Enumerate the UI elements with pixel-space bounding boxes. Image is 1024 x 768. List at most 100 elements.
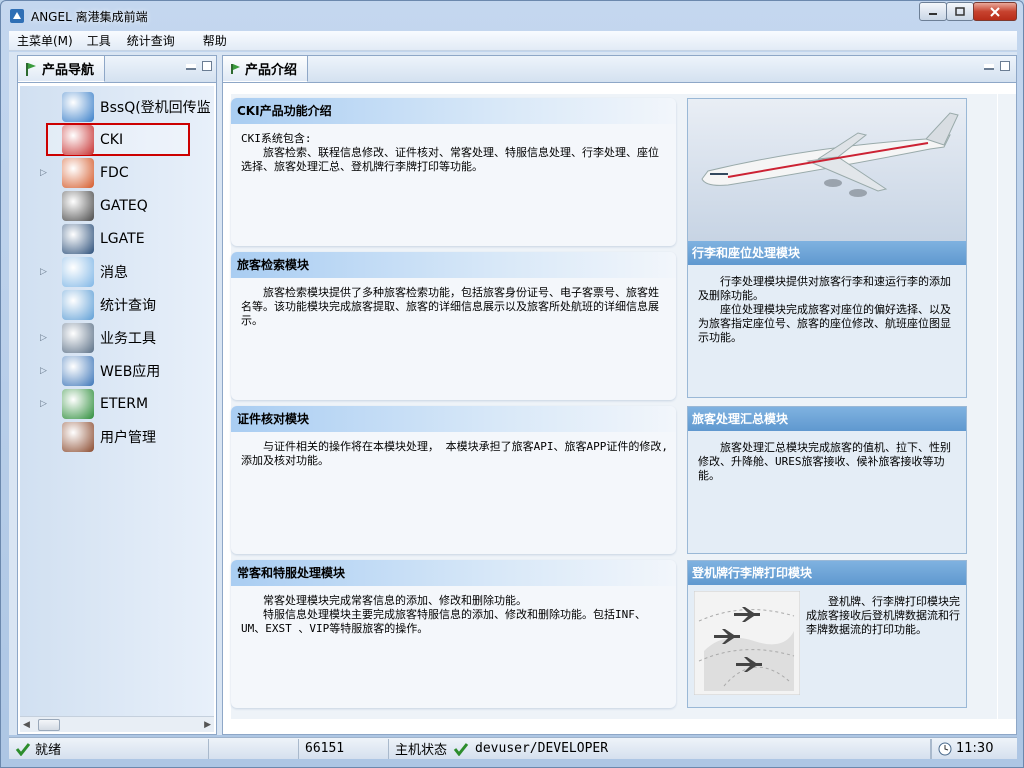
nav-item-label: ETERM	[100, 395, 149, 412]
main-vertical-scrollbar[interactable]	[998, 94, 1016, 719]
nav-tree: BssQ(登机回传监 CKI ▷ FDC GATEQ LGATE ▷ 消息 统计查询 ▷ 业务工具 ▷…	[20, 86, 214, 718]
expand-arrow-icon[interactable]: ▷	[40, 168, 47, 178]
nav-item-label: 业务工具	[100, 330, 156, 347]
nav-item-label: FDC	[100, 164, 129, 181]
main-panel-title: 产品介绍	[245, 63, 298, 78]
chart-users-icon	[62, 157, 94, 188]
server-monitor-icon	[62, 91, 94, 122]
nav-item[interactable]: ▷ 业务工具	[20, 321, 214, 354]
app-window: ANGEL 离港集成前端 主菜单(M) 工具 统计查询 帮助 产品导航 BssQ…	[0, 0, 1024, 768]
nav-item-label: 消息	[100, 264, 128, 281]
nav-item[interactable]: LGATE	[20, 222, 214, 255]
main-maximize-button[interactable]	[1000, 61, 1010, 71]
nav-item-label: BssQ(登机回传监	[100, 99, 211, 116]
status-empty	[209, 738, 299, 759]
app-icon	[10, 9, 24, 23]
side-card-text: 登机牌、行李牌打印模块完成旅客接收后登机牌数据流和行李牌数据流的打印功能。	[806, 595, 960, 636]
card-title: 旅客检索模块	[231, 252, 676, 278]
scroll-thumb[interactable]	[38, 718, 60, 731]
menu-help[interactable]: 帮助	[183, 32, 235, 49]
tools-icon	[62, 322, 94, 353]
nav-item-label: 用户管理	[100, 429, 156, 446]
card-text: 常客处理模块完成常客信息的添加、修改和删除功能。	[263, 594, 527, 607]
menu-stats[interactable]: 统计查询	[119, 32, 183, 49]
host-ok-check-icon	[453, 742, 469, 756]
nav-item-label: GATEQ	[100, 197, 148, 214]
card-text: 旅客检索、联程信息修改、证件核对、常客处理、特服信息处理、行李处理、座位选择、旅…	[241, 146, 659, 173]
user-icon	[62, 421, 94, 452]
passport-icon	[62, 124, 94, 155]
module-card: 常客和特服处理模块 常客处理模块完成常客信息的添加、修改和删除功能。 特服信息处…	[231, 560, 676, 708]
main-panel: 产品介绍 CKI产品功能介绍 CKI系统包含: 旅客检索、联程信息修改、证件核对…	[222, 55, 1017, 735]
close-icon	[990, 6, 1000, 17]
magnifier-icon	[62, 289, 94, 320]
nav-item[interactable]: GATEQ	[20, 189, 214, 222]
side-module-card: 行李和座位处理模块 行李处理模块提供对旅客行李和速运行李的添加及删除功能。 座位…	[687, 98, 967, 398]
globe-icon	[62, 388, 94, 419]
side-card-text: 旅客处理汇总模块完成旅客的值机、拉下、性别修改、升降舱、URES旅客接收、候补旅…	[698, 441, 951, 482]
module-card: CKI产品功能介绍 CKI系统包含: 旅客检索、联程信息修改、证件核对、常客处理…	[231, 98, 676, 246]
tab-arrow-icon	[231, 63, 240, 74]
status-ready: 就绪	[9, 738, 209, 759]
nav-item-label: WEB应用	[100, 363, 161, 380]
close-button[interactable]	[973, 2, 1017, 21]
expand-arrow-icon[interactable]: ▷	[40, 333, 47, 343]
side-card-title: 行李和座位处理模块	[688, 241, 966, 265]
nav-item[interactable]: ▷ FDC	[20, 156, 214, 189]
nav-minimize-button[interactable]	[186, 64, 196, 70]
scroll-left-arrow-icon[interactable]: ◀	[23, 720, 30, 730]
host-status-label: 主机状态	[395, 743, 448, 758]
minimize-button[interactable]	[919, 2, 947, 21]
nav-panel-title: 产品导航	[42, 63, 95, 78]
product-intro-content: CKI产品功能介绍 CKI系统包含: 旅客检索、联程信息修改、证件核对、常客处理…	[231, 94, 997, 719]
clock-icon	[938, 742, 952, 755]
flight-map-illustration	[694, 591, 800, 695]
window-title: ANGEL 离港集成前端	[31, 9, 148, 24]
nav-item[interactable]: BssQ(登机回传监	[20, 90, 214, 123]
monitor-icon	[62, 355, 94, 386]
nav-maximize-button[interactable]	[202, 61, 212, 71]
expand-arrow-icon[interactable]: ▷	[40, 267, 47, 277]
module-card: 证件核对模块 与证件相关的操作将在本模块处理， 本模块承担了旅客API、旅客AP…	[231, 406, 676, 554]
nav-horizontal-scrollbar[interactable]: ◀ ▶	[20, 716, 214, 732]
nav-item[interactable]: CKI	[46, 123, 190, 156]
menu-bar: 主菜单(M) 工具 统计查询 帮助	[9, 31, 1017, 51]
main-panel-header	[223, 56, 1016, 83]
status-spacer	[729, 738, 931, 759]
check-icon	[15, 742, 31, 756]
maximize-button[interactable]	[946, 2, 974, 21]
side-card-text: 行李处理模块提供对旅客行李和速运行李的添加及删除功能。	[698, 275, 951, 302]
nav-item[interactable]: 用户管理	[20, 420, 214, 453]
title-bar[interactable]: ANGEL 离港集成前端	[1, 1, 1023, 31]
nav-item[interactable]: 统计查询	[20, 288, 214, 321]
menu-tools[interactable]: 工具	[81, 32, 119, 49]
expand-arrow-icon[interactable]: ▷	[40, 399, 47, 409]
card-text: CKI系统包含:	[241, 132, 312, 145]
clock-time: 11:30	[956, 741, 994, 756]
airplane-icon	[62, 223, 94, 254]
nav-item[interactable]: ▷ 消息	[20, 255, 214, 288]
main-minimize-button[interactable]	[984, 64, 994, 70]
current-user: devuser/DEVELOPER	[475, 741, 609, 756]
card-title: 证件核对模块	[231, 406, 676, 432]
card-title: CKI产品功能介绍	[231, 98, 676, 124]
client-area: 产品导航 BssQ(登机回传监 CKI ▷ FDC GATEQ LGATE ▷ 消息 统计查询 ▷…	[9, 52, 1017, 735]
side-card-title: 登机牌行李牌打印模块	[688, 561, 966, 585]
status-clock: 11:30	[931, 738, 1017, 759]
nav-item[interactable]: ▷ WEB应用	[20, 354, 214, 387]
main-panel-tab[interactable]: 产品介绍	[223, 56, 309, 82]
side-card-text: 座位处理模块完成旅客对座位的偏好选择、以及为旅客指定座位号、旅客的座位修改、航班…	[698, 303, 951, 344]
scroll-right-arrow-icon[interactable]: ▶	[204, 720, 211, 730]
side-card-title: 旅客处理汇总模块	[688, 407, 966, 431]
menu-main[interactable]: 主菜单(M)	[9, 32, 81, 49]
expand-arrow-icon[interactable]: ▷	[40, 366, 47, 376]
card-text: 与证件相关的操作将在本模块处理， 本模块承担了旅客API、旅客APP证件的修改,…	[241, 440, 668, 467]
maximize-icon	[955, 7, 965, 16]
nav-flag-icon	[26, 62, 36, 76]
status-host: 主机状态 devuser/DEVELOPER	[389, 739, 729, 759]
nav-panel: 产品导航 BssQ(登机回传监 CKI ▷ FDC GATEQ LGATE ▷ 消息 统计查询 ▷…	[17, 55, 217, 735]
nav-item[interactable]: ▷ ETERM	[20, 387, 214, 420]
side-module-card: 登机牌行李牌打印模块 登机牌、行李牌打印模块完成旅客接收后登机牌数据流和行李牌数…	[687, 560, 967, 708]
minimize-icon	[929, 12, 937, 15]
nav-panel-tab[interactable]: 产品导航	[18, 56, 106, 82]
